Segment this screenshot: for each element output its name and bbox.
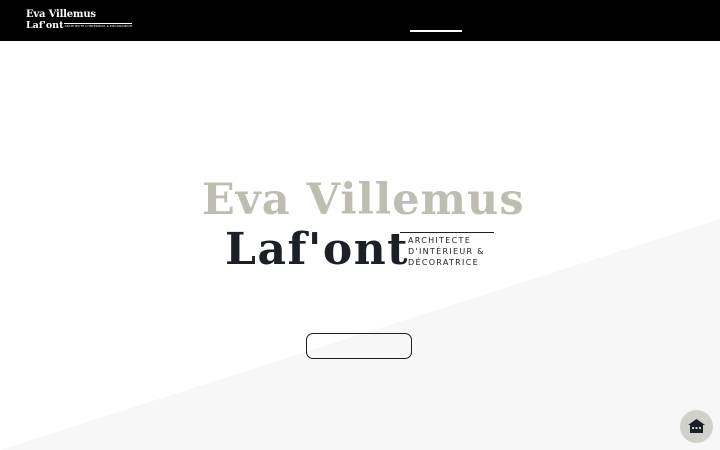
logo-line-2: Laf'ontARCHITECTE D'INTÉRIEUR & DÉCORATR… <box>26 20 133 31</box>
tagline-line-2: D'INTÉRIEUR & <box>408 247 485 256</box>
site-logo[interactable]: Eva Villemus Laf'ontARCHITECTE D'INTÉRIE… <box>26 9 133 32</box>
hero-tagline: ARCHITECTE D'INTÉRIEUR & DÉCORATRICE <box>408 235 528 268</box>
tagline-line-1: ARCHITECTE <box>408 236 472 245</box>
top-navigation-bar: Eva Villemus Laf'ontARCHITECTE D'INTÉRIE… <box>0 0 720 41</box>
chat-widget-button[interactable] <box>680 410 713 443</box>
logo-line-1: Eva Villemus <box>26 9 96 20</box>
active-nav-underline[interactable] <box>410 30 462 32</box>
tagline-divider <box>400 232 494 233</box>
tagline-line-3: DÉCORATRICE <box>408 258 479 267</box>
logo-tagline: ARCHITECTE D'INTÉRIEUR & DÉCORATRICE <box>64 22 133 28</box>
hero-logo: Eva Villemus Laf'ont ARCHITECTE D'INTÉRI… <box>200 172 525 282</box>
logo-line-2-text: Laf'ont <box>26 20 64 31</box>
hero-name-line-1: Eva Villemus <box>202 175 525 225</box>
house-icon <box>688 419 705 433</box>
hero-name-line-2: Laf'ont <box>225 224 410 275</box>
hero-cta-button[interactable] <box>306 333 412 359</box>
